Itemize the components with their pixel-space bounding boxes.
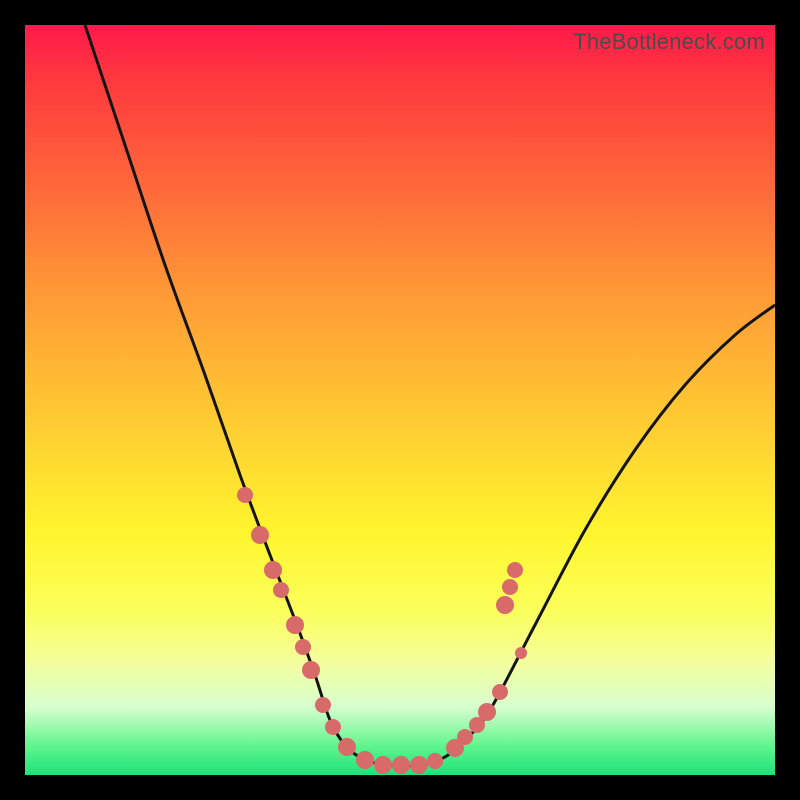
data-dot <box>295 639 311 655</box>
data-dot <box>286 616 304 634</box>
data-dot <box>515 647 527 659</box>
data-dots <box>237 487 527 774</box>
chart-svg <box>25 25 775 775</box>
data-dot <box>457 729 473 745</box>
bottleneck-curve <box>85 25 775 766</box>
data-dot <box>356 751 374 769</box>
data-dot <box>392 756 410 774</box>
data-dot <box>374 756 392 774</box>
data-dot <box>338 738 356 756</box>
data-dot <box>502 579 518 595</box>
chart-frame: TheBottleneck.com <box>25 25 775 775</box>
data-dot <box>251 526 269 544</box>
data-dot <box>410 756 428 774</box>
data-dot <box>427 753 443 769</box>
data-dot <box>492 684 508 700</box>
data-dot <box>315 697 331 713</box>
data-dot <box>478 703 496 721</box>
data-dot <box>507 562 523 578</box>
data-dot <box>325 719 341 735</box>
watermark-text: TheBottleneck.com <box>573 29 765 55</box>
data-dot <box>237 487 253 503</box>
data-dot <box>496 596 514 614</box>
data-dot <box>302 661 320 679</box>
data-dot <box>273 582 289 598</box>
data-dot <box>264 561 282 579</box>
